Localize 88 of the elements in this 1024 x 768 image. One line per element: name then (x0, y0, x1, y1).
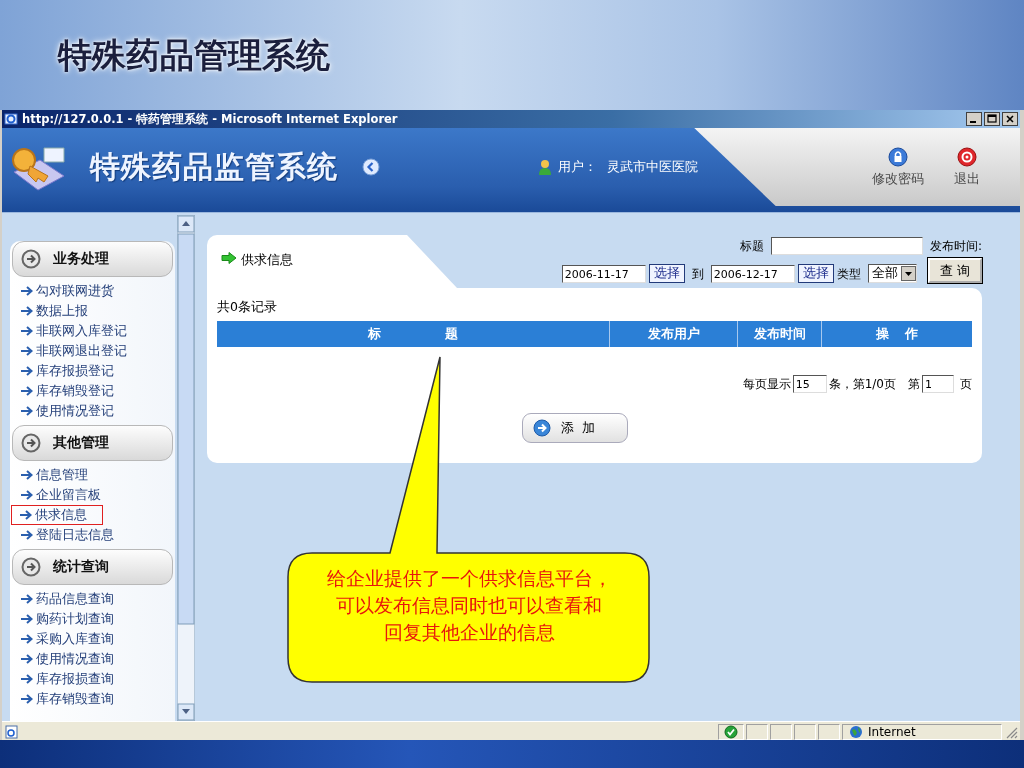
menu-item[interactable]: 非联网入库登记 (12, 321, 127, 341)
menu-item[interactable]: 购药计划查询 (12, 609, 114, 629)
window-title: http://127.0.0.1 - 特药管理系统 - Microsoft Internet Explorer (22, 111, 399, 127)
type-label: 类型 (836, 266, 861, 283)
title-input[interactable] (770, 237, 923, 255)
menu-group-header[interactable]: 统计查询 (12, 549, 173, 585)
status-pane (770, 724, 792, 740)
menu-group-header[interactable]: 其他管理 (12, 425, 173, 461)
record-count: 共0条记录 (217, 299, 278, 316)
arrow-icon (20, 594, 33, 604)
menu-item[interactable]: 使用情况登记 (12, 401, 114, 421)
arrow-icon (20, 386, 33, 396)
back-icon[interactable] (362, 158, 380, 176)
menu-item[interactable]: 库存报损查询 (12, 669, 114, 689)
per-page-label: 每页显示 (742, 375, 791, 393)
maximize-button[interactable] (984, 112, 1000, 126)
arrow-icon (20, 694, 33, 704)
menu-item[interactable]: 信息管理 (12, 465, 88, 485)
user-label: 用户： (558, 158, 597, 176)
arrow-icon (19, 510, 32, 520)
add-button[interactable]: 添 加 (521, 413, 628, 443)
menu-item[interactable]: 库存报损登记 (12, 361, 114, 381)
start-date-input[interactable]: 2006-11-17 (561, 265, 646, 283)
power-icon (957, 146, 977, 167)
arrow-icon (20, 490, 33, 500)
arrow-icon (20, 326, 33, 336)
resize-grip-icon[interactable] (1004, 725, 1018, 739)
arrow-icon (20, 470, 33, 480)
page-label: 第 (908, 375, 920, 393)
time-label: 发布时间: (929, 238, 982, 255)
status-pane (794, 724, 816, 740)
slide-title: 特殊药品管理系统 (58, 34, 330, 77)
type-select[interactable]: 全部 (867, 264, 917, 283)
scrollbar[interactable] (177, 215, 195, 721)
column-header: 发布时间 (738, 321, 822, 347)
to-label: 到 (691, 266, 704, 283)
close-button[interactable] (1002, 112, 1018, 126)
arrow-icon (20, 614, 33, 624)
title-label: 标题 (739, 238, 764, 255)
user-icon (538, 159, 552, 175)
end-date-input[interactable]: 2006-12-17 (710, 265, 795, 283)
arrow-icon (221, 252, 237, 264)
check-icon (724, 725, 738, 739)
per-page-input[interactable]: 15 (792, 375, 827, 393)
menu-item[interactable]: 勾对联网进货 (12, 281, 114, 301)
pick-start-button[interactable]: 选择 (648, 264, 685, 283)
page-info: 条，第1/0页 (828, 375, 896, 393)
arrow-icon (20, 654, 33, 664)
zone-label: Internet (868, 725, 916, 739)
menu-item[interactable]: 库存销毁登记 (12, 381, 114, 401)
arrow-icon (20, 634, 33, 644)
menu-item[interactable]: 数据上报 (12, 301, 88, 321)
arrow-icon (20, 530, 33, 540)
globe-icon (849, 725, 863, 739)
column-header: 标 题 (217, 321, 610, 347)
page-input[interactable]: 1 (922, 375, 954, 393)
arrow-icon (20, 674, 33, 684)
column-header: 操 作 (874, 324, 920, 343)
minimize-button[interactable] (966, 112, 982, 126)
menu-item[interactable]: 药品信息查询 (12, 589, 114, 609)
menu-item[interactable]: 登陆日志信息 (12, 525, 114, 545)
pick-end-button[interactable]: 选择 (797, 264, 834, 283)
logout-button[interactable]: 退出 (954, 146, 980, 188)
arrow-icon (20, 406, 33, 416)
menu-item[interactable]: 企业留言板 (12, 485, 101, 505)
app-name: 特殊药品监管系统 (90, 147, 338, 186)
panel-title: 供求信息 (241, 252, 293, 269)
arrow-icon (20, 306, 33, 316)
column-header: 发布用户 (610, 321, 738, 347)
page-icon (4, 725, 20, 739)
arrow-icon (20, 286, 33, 296)
lock-icon (888, 146, 908, 167)
menu-group-header[interactable]: 业务处理 (12, 241, 173, 277)
query-button[interactable]: 查 询 (927, 258, 982, 283)
menu-item[interactable]: 使用情况查询 (12, 649, 114, 669)
callout-text: 给企业提供了一个供求信息平台， 可以发布信息同时也可以查看和 回复其他企业的信息 (325, 566, 613, 645)
menu-item[interactable]: 非联网退出登记 (12, 341, 127, 361)
menu-item[interactable]: 供求信息 (11, 505, 103, 525)
arrow-icon (20, 366, 33, 376)
change-password-button[interactable]: 修改密码 (872, 146, 924, 188)
user-name: 灵武市中医医院 (607, 158, 698, 176)
arrow-icon (20, 346, 33, 356)
browser-icon (4, 112, 18, 126)
menu-item[interactable]: 采购入库查询 (12, 629, 114, 649)
page-suffix: 页 (960, 375, 972, 393)
status-pane (818, 724, 840, 740)
menu-item[interactable]: 库存销毁查询 (12, 689, 114, 709)
status-pane (746, 724, 768, 740)
